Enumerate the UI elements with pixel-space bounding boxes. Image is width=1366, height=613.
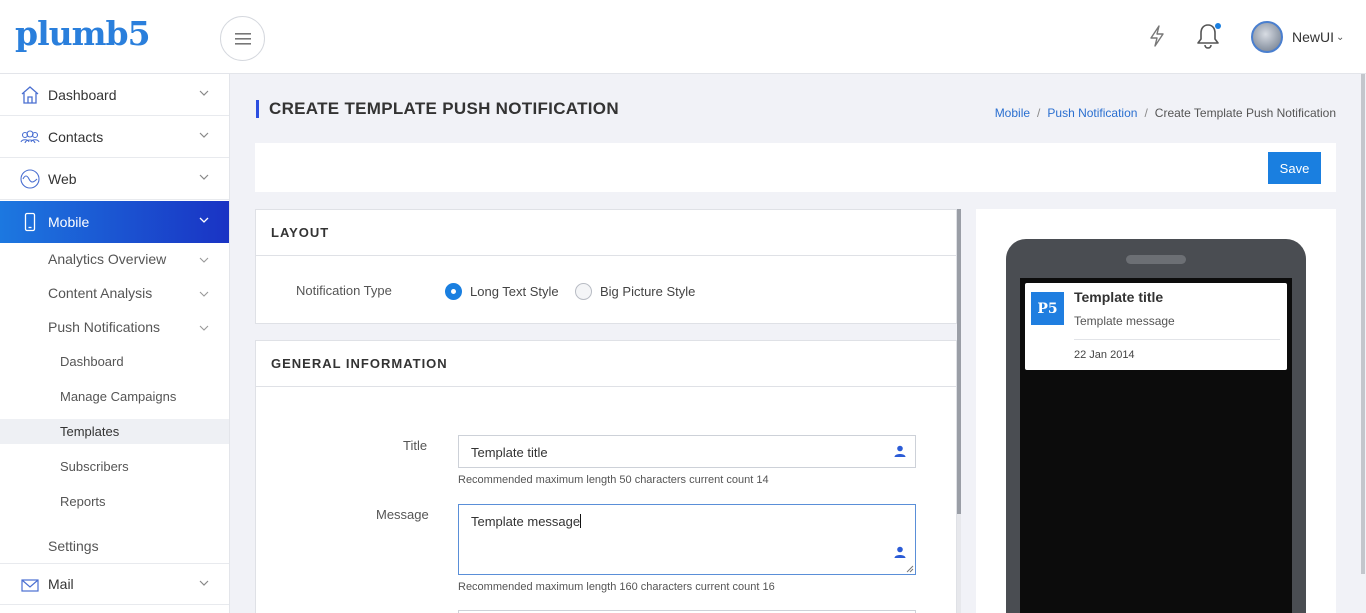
- sidebar-item-mail[interactable]: Mail: [0, 563, 229, 605]
- long-text-style-label[interactable]: Long Text Style: [470, 284, 559, 299]
- notification-type-label: Notification Type: [296, 283, 392, 298]
- sidebar-link-subscribers[interactable]: Subscribers: [60, 459, 129, 474]
- menu-toggle-button[interactable]: [220, 16, 265, 61]
- chevron-down-icon: [199, 90, 209, 96]
- chevron-down-icon: [199, 217, 209, 223]
- chevron-down-icon: [199, 174, 209, 180]
- page-title: CREATE TEMPLATE PUSH NOTIFICATION: [269, 99, 619, 118]
- notification-dot: [1215, 23, 1221, 29]
- contacts-icon: [20, 130, 40, 144]
- chevron-down-icon[interactable]: ⌄: [1336, 32, 1344, 43]
- mobile-icon: [24, 212, 36, 232]
- title-accent-bar: [256, 100, 259, 118]
- title-label: Title: [403, 438, 428, 453]
- save-button[interactable]: Save: [1268, 152, 1321, 184]
- resize-handle-icon[interactable]: [904, 563, 914, 573]
- text-caret: [580, 514, 582, 528]
- sidebar-link-manage-campaigns[interactable]: Manage Campaigns: [60, 389, 176, 404]
- user-name[interactable]: NewUI: [1292, 29, 1334, 45]
- sidebar: Dashboard Contacts Web Mobile Analytics …: [0, 74, 230, 613]
- chevron-down-icon: [199, 325, 209, 331]
- sidebar-link-dashboard[interactable]: Dashboard: [60, 354, 124, 369]
- chevron-down-icon: [199, 291, 209, 297]
- title-length-hint: Recommended maximum length 50 characters…: [458, 474, 769, 486]
- avatar[interactable]: [1251, 21, 1283, 53]
- sidebar-item-label: Dashboard: [48, 86, 117, 103]
- big-picture-style-radio[interactable]: [575, 283, 592, 300]
- person-icon[interactable]: [894, 546, 906, 558]
- hamburger-icon: [234, 32, 251, 45]
- preview-message: Template message: [1074, 314, 1175, 328]
- chevron-down-icon: [199, 257, 209, 263]
- mail-icon: [21, 579, 39, 592]
- message-textarea[interactable]: Template message: [458, 504, 916, 575]
- breadcrumb-current: Create Template Push Notification: [1154, 106, 1336, 120]
- long-text-style-radio[interactable]: [445, 283, 462, 300]
- sidebar-item-dashboard[interactable]: Dashboard: [0, 74, 229, 116]
- message-length-hint: Recommended maximum length 160 character…: [458, 581, 775, 593]
- sidebar-sub-push-notifications[interactable]: Push Notifications: [48, 319, 160, 335]
- sidebar-link-reports[interactable]: Reports: [60, 494, 106, 509]
- form-scrollbar-thumb[interactable]: [957, 209, 961, 514]
- sidebar-sub-content-analysis[interactable]: Content Analysis: [48, 285, 152, 301]
- title-input-value: Template title: [471, 445, 548, 460]
- sidebar-item-mobile[interactable]: Mobile: [0, 201, 229, 243]
- preview-date: 22 Jan 2014: [1074, 349, 1135, 361]
- general-information-heading: GENERAL INFORMATION: [256, 341, 956, 387]
- title-input[interactable]: Template title: [458, 435, 916, 468]
- sidebar-sub-settings[interactable]: Settings: [48, 538, 99, 554]
- p5-badge-icon: P5: [1031, 292, 1064, 325]
- plumb5-logo[interactable]: plumb5: [15, 14, 151, 53]
- breadcrumb-push-notification[interactable]: Push Notification: [1047, 106, 1137, 120]
- sidebar-item-label: Mail: [48, 576, 74, 592]
- sidebar-item-contacts[interactable]: Contacts: [0, 116, 229, 158]
- sidebar-item-label: Mobile: [48, 214, 90, 230]
- message-label: Message: [376, 507, 429, 522]
- person-icon[interactable]: [894, 445, 906, 457]
- layout-panel: LAYOUT: [255, 209, 957, 324]
- action-bar: [255, 143, 1336, 192]
- wave-icon: [20, 169, 40, 189]
- layout-panel-heading: LAYOUT: [256, 210, 956, 256]
- breadcrumb: Mobile / Push Notification / Create Template…: [994, 106, 1336, 120]
- home-icon: [21, 86, 39, 104]
- chevron-down-icon: [199, 132, 209, 138]
- message-textarea-value: Template message: [471, 514, 581, 529]
- sidebar-item-web[interactable]: Web: [0, 158, 229, 200]
- preview-divider: [1074, 339, 1280, 340]
- preview-title: Template title: [1074, 289, 1164, 305]
- sidebar-link-templates[interactable]: Templates: [60, 424, 119, 439]
- page-scrollbar-thumb[interactable]: [1361, 74, 1365, 574]
- phone-speaker: [1126, 255, 1186, 264]
- big-picture-style-label[interactable]: Big Picture Style: [600, 284, 695, 299]
- bolt-icon[interactable]: [1148, 25, 1166, 47]
- breadcrumb-mobile[interactable]: Mobile: [995, 106, 1030, 120]
- sidebar-item-label: Web: [48, 170, 77, 187]
- chevron-down-icon: [199, 580, 209, 586]
- sidebar-item-label: Contacts: [48, 128, 104, 145]
- sidebar-sub-analytics-overview[interactable]: Analytics Overview: [48, 251, 166, 267]
